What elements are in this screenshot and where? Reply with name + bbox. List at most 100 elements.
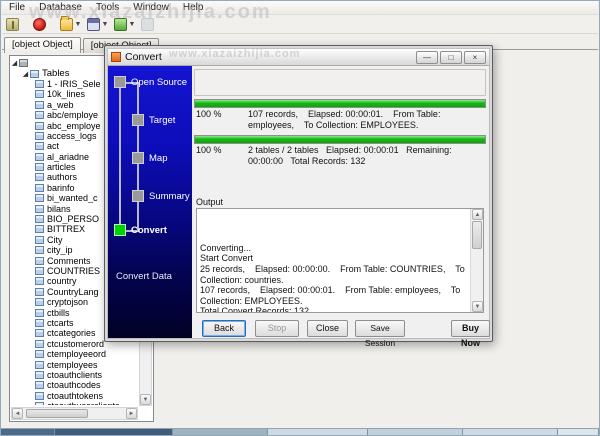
- scroll-left-icon[interactable]: ◄: [12, 408, 23, 419]
- table-icon: [35, 392, 44, 400]
- menu-item[interactable]: Database: [32, 1, 89, 15]
- dropdown-caret-icon[interactable]: ▼: [74, 21, 82, 28]
- output-scroll-thumb[interactable]: [472, 221, 482, 249]
- table-icon: [35, 163, 44, 171]
- toolbar-button[interactable]: [140, 17, 164, 32]
- step-marker-icon: [114, 224, 126, 236]
- taskbar-segment: [268, 429, 368, 435]
- connect-icon: [6, 18, 19, 31]
- table-icon: [35, 267, 44, 275]
- tables-folder-icon: [30, 70, 39, 78]
- taskbar-segment: [173, 429, 268, 435]
- toolbar-button[interactable]: ▼: [59, 17, 83, 32]
- scroll-up-icon[interactable]: ▲: [472, 209, 483, 220]
- convert-content: 100 % 107 records, Elapsed: 00:00:01. Fr…: [192, 66, 489, 338]
- save-session-button[interactable]: Save Session: [355, 320, 405, 337]
- table-icon: [35, 90, 44, 98]
- dropdown-caret-icon[interactable]: ▼: [101, 21, 109, 28]
- wizard-step: Map: [132, 152, 167, 164]
- expander-icon[interactable]: ◢: [10, 59, 19, 67]
- close-button[interactable]: ×: [464, 51, 486, 64]
- output-scrollbar[interactable]: ▲ ▼: [470, 209, 483, 312]
- tree-table-item[interactable]: ctoauthtokens: [10, 391, 138, 401]
- dropdown-caret-icon[interactable]: ▼: [128, 21, 136, 28]
- tables-label: Tables: [42, 68, 69, 78]
- tree-table-item[interactable]: ctemployees: [10, 359, 138, 369]
- tree-table-item[interactable]: ctoauthcodes: [10, 380, 138, 390]
- table-icon: [35, 122, 44, 130]
- menu-item[interactable]: Tools: [89, 1, 126, 15]
- message-panel: [194, 69, 486, 96]
- back-button[interactable]: Back: [202, 320, 246, 337]
- table-icon: [35, 173, 44, 181]
- menu-item[interactable]: File: [2, 1, 32, 15]
- sidebar-footer-label: Convert Data: [116, 271, 172, 282]
- tree-horizontal-scrollbar[interactable]: ◄ ►: [11, 407, 138, 420]
- total-progress-bar: [194, 135, 486, 144]
- table-icon: [35, 184, 44, 192]
- table-icon: [35, 101, 44, 109]
- table-icon: [35, 288, 44, 296]
- database-icon: [19, 59, 28, 67]
- wizard-steps-sidebar: Open Source Target Map: [108, 66, 192, 338]
- document-tab[interactable]: [object Object]: [4, 37, 81, 53]
- scroll-right-icon[interactable]: ►: [126, 408, 137, 419]
- toolbar-button[interactable]: [32, 17, 56, 32]
- step-marker-icon: [132, 114, 144, 126]
- expander-icon[interactable]: ◢: [21, 70, 30, 78]
- taskbar-segment: [55, 429, 173, 435]
- dialog-title: Convert: [125, 51, 162, 63]
- tree-table-item[interactable]: ctoauthclients: [10, 370, 138, 380]
- taskbar-strip: [1, 428, 599, 435]
- taskbar-segment: [368, 429, 463, 435]
- tree-table-item[interactable]: ctemployeeord: [10, 349, 138, 359]
- tree-table-item[interactable]: ctoauthuserclients: [10, 401, 138, 405]
- wizard-step: Summary: [132, 190, 190, 202]
- menu-item[interactable]: Window: [126, 1, 176, 15]
- output-log[interactable]: Converting...Start Convert25 records, El…: [196, 208, 484, 313]
- table-icon: [35, 236, 44, 244]
- output-label: Output: [196, 197, 223, 207]
- maximize-button[interactable]: □: [440, 51, 462, 64]
- toolbar-button[interactable]: ▼: [113, 17, 137, 32]
- buy-now-button[interactable]: Buy Now: [451, 320, 490, 337]
- scroll-down-icon[interactable]: ▼: [472, 301, 483, 312]
- step-marker-icon: [132, 190, 144, 202]
- table-icon: [35, 132, 44, 140]
- table-icon: [35, 329, 44, 337]
- table-icon: [35, 340, 44, 348]
- table-icon: [35, 225, 44, 233]
- convert-wizard-icon: [114, 18, 127, 31]
- scroll-down-icon[interactable]: ▼: [140, 394, 151, 405]
- dialog-title-bar[interactable]: Convert — □ ×: [107, 48, 490, 66]
- info-icon: [141, 18, 154, 31]
- toolbar: ▼ ▼ ▼: [2, 15, 598, 34]
- hscroll-thumb[interactable]: [26, 409, 88, 418]
- wizard-step: Open Source: [114, 76, 187, 88]
- output-line: Total Convert Records: 132: [200, 306, 468, 313]
- toolbar-button[interactable]: [5, 17, 29, 32]
- menu-bar: FileDatabaseToolsWindowHelp: [2, 1, 598, 15]
- table-icon: [35, 205, 44, 213]
- total-progress-detail: 2 tables / 2 tables Elapsed: 00:00:01 Re…: [248, 145, 486, 166]
- minimize-button[interactable]: —: [416, 51, 438, 64]
- stop-button: Stop: [255, 320, 299, 337]
- taskbar-segment: [1, 429, 55, 435]
- menu-item[interactable]: Help: [176, 1, 211, 15]
- close-dialog-button[interactable]: Close: [307, 320, 348, 337]
- table-icon: [35, 309, 44, 317]
- export-wizard-icon: [87, 18, 100, 31]
- table-icon: [35, 350, 44, 358]
- wizard-step: Target: [132, 114, 175, 126]
- table-icon: [35, 80, 44, 88]
- taskbar-segment: [463, 429, 558, 435]
- table-progress-percent: 100 %: [196, 109, 248, 130]
- output-line: Start Convert: [200, 253, 468, 264]
- step-marker-icon: [132, 152, 144, 164]
- step-connector-line: [119, 82, 121, 232]
- table-icon: [35, 215, 44, 223]
- convert-dialog: Convert — □ × Open Source: [104, 45, 493, 342]
- table-icon: [35, 371, 44, 379]
- table-icon: [35, 361, 44, 369]
- toolbar-button[interactable]: ▼: [86, 17, 110, 32]
